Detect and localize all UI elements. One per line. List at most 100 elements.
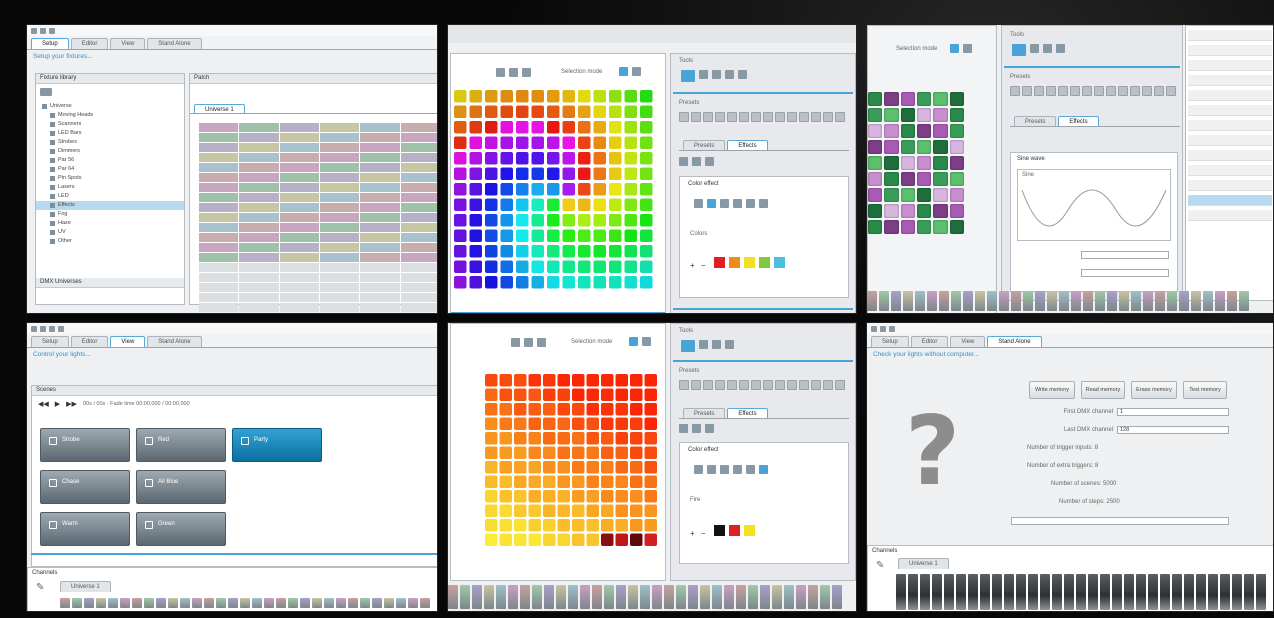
fixture-cell[interactable] bbox=[644, 417, 658, 431]
fixture-cell[interactable] bbox=[469, 183, 483, 196]
patch-cell[interactable] bbox=[400, 303, 437, 312]
patch-cell[interactable] bbox=[199, 253, 239, 262]
channel-fader[interactable] bbox=[1179, 291, 1189, 311]
patch-cell[interactable] bbox=[239, 263, 279, 272]
tree-item[interactable]: Other bbox=[36, 237, 184, 246]
patch-cell[interactable] bbox=[279, 293, 319, 302]
channel-fader[interactable] bbox=[568, 585, 578, 609]
fixture-cell[interactable] bbox=[562, 167, 576, 181]
fixture-cell[interactable] bbox=[514, 403, 527, 416]
fixture-cell[interactable] bbox=[528, 475, 542, 489]
fixture-cell[interactable] bbox=[531, 136, 545, 150]
fixture-cell[interactable] bbox=[531, 245, 545, 258]
channel-fader[interactable] bbox=[1059, 291, 1069, 311]
patch-cell[interactable] bbox=[319, 143, 360, 152]
fixture-cell[interactable] bbox=[572, 446, 585, 460]
patch-cell[interactable] bbox=[360, 223, 400, 232]
fixture-cell[interactable] bbox=[547, 183, 560, 196]
fixture-cell[interactable] bbox=[884, 188, 899, 202]
fixture-cell[interactable] bbox=[528, 417, 542, 431]
fixture-cell[interactable] bbox=[630, 388, 643, 402]
tab-view[interactable]: View bbox=[110, 38, 146, 49]
fixture-cell[interactable] bbox=[485, 90, 498, 103]
channel-fader[interactable] bbox=[592, 585, 602, 609]
fixture-cell[interactable] bbox=[485, 260, 498, 274]
fixture-cell[interactable] bbox=[543, 475, 556, 489]
channel-fader[interactable] bbox=[300, 598, 310, 608]
channel-fader[interactable] bbox=[132, 598, 142, 608]
fixture-cell[interactable] bbox=[500, 167, 514, 181]
fixture-cell[interactable] bbox=[640, 276, 653, 289]
fixture-cell[interactable] bbox=[624, 121, 638, 134]
fixture-cell[interactable] bbox=[578, 214, 591, 227]
patch-cell[interactable] bbox=[279, 123, 319, 132]
channel-fader[interactable] bbox=[168, 598, 178, 608]
preset-slot[interactable] bbox=[679, 112, 689, 122]
channel-fader[interactable] bbox=[288, 598, 298, 608]
wave-icon[interactable] bbox=[707, 465, 716, 474]
channel-fader[interactable] bbox=[1095, 291, 1105, 311]
channel-fader[interactable] bbox=[796, 585, 806, 609]
fixture-cell[interactable] bbox=[868, 124, 883, 138]
fixture-cell[interactable] bbox=[601, 403, 614, 416]
fixture-cell[interactable] bbox=[500, 121, 514, 134]
fixture-cell[interactable] bbox=[469, 136, 483, 150]
fixture-cell[interactable] bbox=[578, 183, 591, 196]
fixture-cell[interactable] bbox=[640, 167, 653, 181]
fixture-cell[interactable] bbox=[469, 276, 483, 289]
fixture-cell[interactable] bbox=[933, 92, 948, 106]
fixture-cell[interactable] bbox=[586, 417, 600, 431]
fixture-list-item[interactable] bbox=[1188, 75, 1272, 86]
tab-setup[interactable]: Setup bbox=[31, 38, 69, 49]
fixture-cell[interactable] bbox=[547, 90, 560, 103]
patch-cell[interactable] bbox=[360, 133, 400, 142]
select-icon[interactable] bbox=[950, 44, 959, 53]
channel-fader[interactable] bbox=[616, 585, 626, 609]
channel-faders[interactable] bbox=[448, 585, 842, 609]
brush-icon[interactable] bbox=[1012, 44, 1026, 56]
fixture-cell[interactable] bbox=[485, 475, 498, 489]
fixture-cell[interactable] bbox=[500, 105, 514, 119]
channel-fader[interactable] bbox=[420, 598, 430, 608]
fixture-cell[interactable] bbox=[624, 183, 638, 196]
fixture-cell[interactable] bbox=[562, 136, 576, 150]
fixture-cell[interactable] bbox=[624, 198, 638, 212]
channel-fader[interactable] bbox=[1167, 291, 1177, 311]
tab-setup[interactable]: Setup bbox=[31, 336, 69, 347]
fixture-cell[interactable] bbox=[884, 156, 899, 170]
remove-color-icon[interactable]: − bbox=[701, 261, 708, 270]
tree-item[interactable]: Dimmers bbox=[36, 147, 184, 156]
fixture-cell[interactable] bbox=[531, 90, 545, 103]
patch-cell[interactable] bbox=[319, 153, 360, 162]
fixture-list-item[interactable] bbox=[1188, 135, 1272, 146]
patch-cell[interactable] bbox=[199, 123, 239, 132]
fixture-cell[interactable] bbox=[900, 204, 915, 218]
fixture-cell[interactable] bbox=[630, 504, 643, 518]
fixture-cell[interactable] bbox=[884, 204, 899, 218]
fixture-cell[interactable] bbox=[516, 183, 529, 196]
channel-fader[interactable] bbox=[180, 598, 190, 608]
channel-fader[interactable] bbox=[228, 598, 238, 608]
fixture-cell[interactable] bbox=[868, 92, 883, 106]
fixture-cell[interactable] bbox=[578, 152, 591, 165]
fixture-cell[interactable] bbox=[609, 229, 622, 243]
fixture-cell[interactable] bbox=[454, 183, 467, 196]
frequency-input[interactable] bbox=[1081, 269, 1169, 277]
fixture-cell[interactable] bbox=[454, 105, 467, 119]
fixture-cell[interactable] bbox=[514, 374, 527, 387]
fixture-cell[interactable] bbox=[514, 461, 527, 474]
patch-cell[interactable] bbox=[199, 263, 239, 272]
preset-slot[interactable] bbox=[679, 380, 689, 390]
fixture-cell[interactable] bbox=[572, 504, 585, 518]
fixture-cell[interactable] bbox=[593, 136, 607, 150]
patch-cell[interactable] bbox=[279, 263, 319, 272]
fixture-cell[interactable] bbox=[557, 519, 571, 532]
patch-cell[interactable] bbox=[279, 223, 319, 232]
tab-editor[interactable]: Editor bbox=[70, 38, 109, 49]
fixture-cell[interactable] bbox=[593, 105, 607, 119]
channel-fader[interactable] bbox=[939, 291, 949, 311]
fixture-list-item[interactable] bbox=[1188, 90, 1272, 101]
save-icon[interactable] bbox=[40, 325, 46, 332]
fixture-cell[interactable] bbox=[644, 388, 658, 402]
fixture-cell[interactable] bbox=[900, 124, 915, 138]
